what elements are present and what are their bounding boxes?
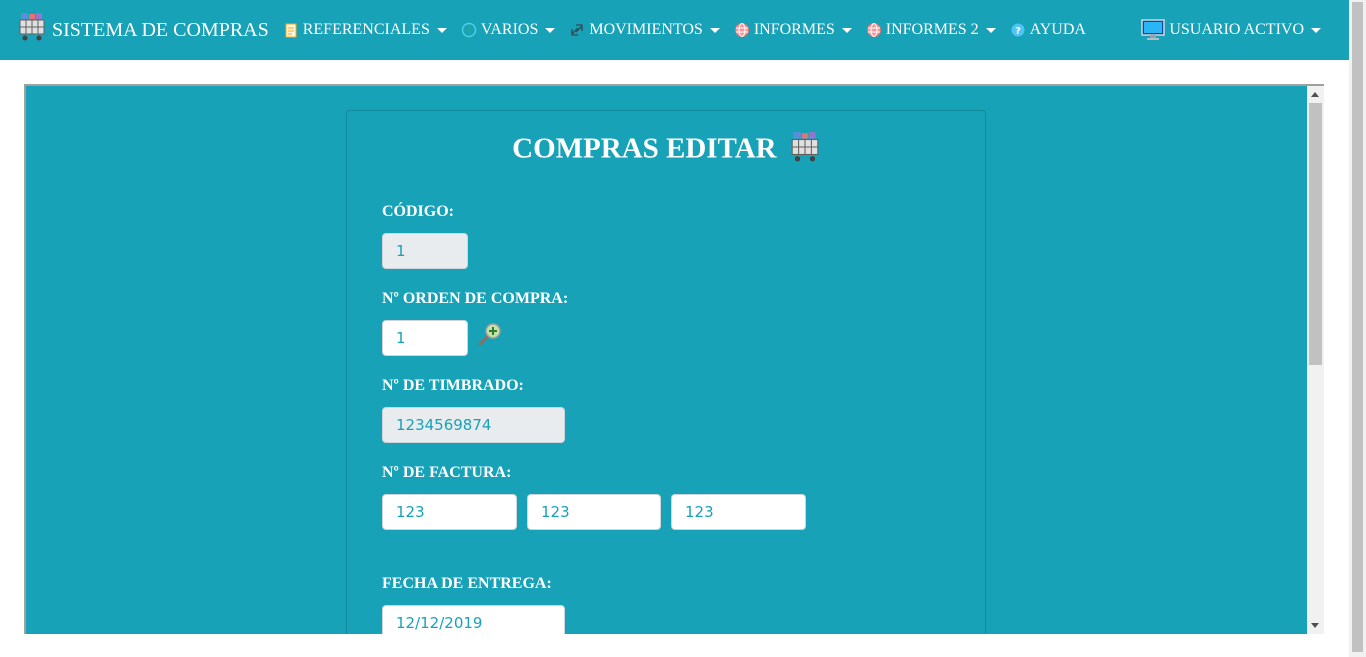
scroll-down-icon[interactable] (1311, 623, 1319, 628)
nav-movimientos-label: MOVIMIENTOS (589, 21, 703, 38)
nav-usuario-activo[interactable]: USUARIO ACTIVO (1141, 19, 1321, 41)
shopping-cart-icon (790, 131, 820, 171)
nav-informes-2-label: INFORMES 2 (885, 21, 979, 38)
timbrado-label: Nº DE TIMBRADO: (382, 377, 524, 394)
nav-varios[interactable]: VARIOS (461, 21, 556, 39)
fecha-entrega-label: FECHA DE ENTREGA: (382, 575, 552, 592)
codigo-field[interactable]: 1 (382, 233, 468, 269)
chevron-down-icon (709, 27, 720, 33)
help-icon: ? (1010, 22, 1026, 38)
page-title: COMPRAS EDITAR (347, 131, 985, 171)
globe-icon (734, 22, 750, 38)
page-title-text: COMPRAS EDITAR (512, 132, 777, 165)
content-frame: COMPRAS EDITAR CÓDIGO: 1 Nº ORDEN DE COM… (24, 84, 1324, 634)
nav-ayuda-label: AYUDA (1029, 21, 1086, 38)
factura-label: Nº DE FACTURA: (382, 464, 512, 481)
brand-title: SISTEMA DE COMPRAS (52, 18, 269, 41)
chevron-down-icon (985, 27, 996, 33)
orden-compra-label: Nº ORDEN DE COMPRA: (382, 290, 569, 307)
page-scrollbar-thumb[interactable] (1352, 2, 1363, 652)
nav-informes-label: INFORMES (753, 21, 835, 38)
shopping-cart-icon (18, 12, 46, 48)
globe-icon (866, 22, 882, 38)
factura-field-1[interactable]: 123 (382, 494, 517, 530)
factura-field-2[interactable]: 123 (527, 494, 661, 530)
nav-varios-label: VARIOS (480, 21, 539, 38)
top-navbar: SISTEMA DE COMPRAS REFERENCIALES VARIOS (0, 0, 1349, 60)
search-add-icon[interactable] (477, 321, 503, 352)
plus-circle-icon (461, 22, 477, 38)
arrows-icon (569, 22, 585, 38)
timbrado-field[interactable]: 1234569874 (382, 407, 565, 443)
orden-compra-field[interactable]: 1 (382, 320, 468, 356)
chevron-down-icon (841, 27, 852, 33)
chevron-down-icon (1311, 27, 1321, 33)
scroll-up-icon[interactable] (1311, 92, 1319, 97)
monitor-icon (1141, 19, 1166, 41)
codigo-label: CÓDIGO: (382, 203, 454, 220)
brand-link[interactable]: SISTEMA DE COMPRAS (18, 12, 269, 48)
form-card: COMPRAS EDITAR CÓDIGO: 1 Nº ORDEN DE COM… (346, 110, 986, 634)
nav-referenciales[interactable]: REFERENCIALES (283, 21, 447, 39)
chevron-down-icon (545, 27, 556, 33)
fecha-entrega-field[interactable]: 12/12/2019 (382, 605, 565, 634)
frame-scrollbar[interactable] (1307, 86, 1324, 634)
nav-informes[interactable]: INFORMES (734, 21, 852, 39)
nav-usuario-label: USUARIO ACTIVO (1169, 21, 1304, 38)
nav-informes-2[interactable]: INFORMES 2 (866, 21, 996, 39)
document-icon (283, 22, 299, 38)
nav-ayuda[interactable]: ? AYUDA (1010, 21, 1086, 39)
chevron-down-icon (436, 27, 447, 33)
frame-scrollbar-thumb[interactable] (1309, 103, 1322, 365)
nav-referenciales-label: REFERENCIALES (302, 21, 430, 38)
svg-text:?: ? (1015, 26, 1021, 37)
factura-field-3[interactable]: 123 (671, 494, 806, 530)
nav-movimientos[interactable]: MOVIMIENTOS (569, 21, 720, 39)
page-scrollbar[interactable] (1349, 0, 1366, 657)
